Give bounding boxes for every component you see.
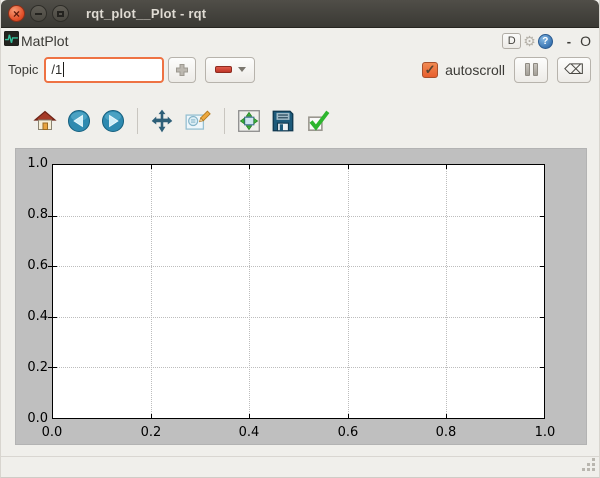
window-minimize-icon[interactable] — [30, 5, 47, 22]
gear-icon[interactable]: ⚙ — [523, 33, 536, 50]
dock-d-button[interactable]: D — [502, 33, 522, 49]
maximize-box — [57, 10, 64, 17]
xtick-label: 0.8 — [435, 425, 457, 440]
dock-header-buttons: D ⚙ ? - O — [502, 33, 591, 50]
minimize-bar — [35, 12, 42, 15]
clear-button[interactable]: ⌫ — [557, 56, 591, 83]
pause-button[interactable] — [514, 56, 548, 83]
window-maximize-icon[interactable] — [52, 5, 69, 22]
xtick-label: 0.4 — [238, 425, 260, 440]
xtick-label: 0.6 — [337, 425, 359, 440]
titlebar: × rqt_plot__Plot - rqt — [1, 0, 599, 28]
ytick-label: 0.4 — [27, 309, 48, 324]
autoscroll-group: ✓ autoscroll — [422, 61, 505, 78]
topic-input[interactable]: /1 — [44, 56, 165, 83]
dock-header: MatPlot D ⚙ ? - O — [1, 28, 599, 52]
dock-close-button[interactable]: O — [580, 33, 591, 49]
help-icon[interactable]: ? — [537, 33, 553, 49]
plugin-title: MatPlot — [21, 33, 69, 49]
rqt-window: × rqt_plot__Plot - rqt MatPlot D ⚙ ? - O… — [0, 0, 600, 478]
ytick-label: 0.2 — [27, 360, 48, 375]
chevron-down-icon — [237, 67, 246, 72]
subplots-icon[interactable] — [236, 108, 262, 134]
minus-icon — [214, 66, 232, 73]
ytick-label: 0.8 — [27, 207, 48, 222]
pause-icon-bar2 — [532, 63, 538, 76]
autoscroll-label: autoscroll — [445, 61, 505, 78]
back-icon[interactable] — [66, 108, 92, 134]
xtick-label: 1.0 — [534, 425, 556, 440]
gridline-horizontal — [48, 316, 544, 318]
zoom-edit-icon[interactable] — [183, 108, 213, 134]
pause-icon — [524, 63, 530, 76]
plus-icon — [176, 63, 189, 76]
figure-canvas[interactable]: 1.0 0.8 0.6 0.4 0.2 0.0 0.0 0.2 0.4 0.6 … — [15, 148, 587, 445]
pan-icon[interactable] — [149, 108, 175, 134]
plot-axes[interactable] — [48, 164, 545, 419]
add-topic-button[interactable] — [168, 56, 197, 83]
gridline-horizontal — [48, 367, 544, 369]
gridline-vertical — [151, 165, 153, 418]
ytick-label: 0.6 — [27, 258, 48, 273]
xtick-label: 0.0 — [41, 425, 63, 440]
window-title: rqt_plot__Plot - rqt — [86, 6, 207, 21]
gridline-horizontal — [48, 215, 544, 217]
gridline-vertical — [445, 165, 447, 418]
matplot-icon — [3, 30, 20, 51]
topic-label: Topic — [8, 62, 39, 77]
ytick-label: 1.0 — [27, 156, 48, 171]
window-close-icon[interactable]: × — [8, 5, 25, 22]
gridline-vertical — [249, 165, 251, 418]
save-icon[interactable] — [270, 108, 296, 134]
remove-topic-dropdown-button[interactable] — [205, 56, 256, 83]
resize-grip-icon[interactable] — [580, 458, 595, 473]
xtick-label: 0.2 — [140, 425, 162, 440]
mpl-toolbar — [32, 105, 330, 137]
text-caret — [63, 62, 65, 77]
customize-check-icon[interactable] — [304, 108, 330, 134]
topic-input-value: /1 — [51, 62, 63, 77]
ytick-label: 0.0 — [27, 411, 48, 426]
gridline-horizontal — [48, 266, 544, 268]
toolbar-separator — [224, 108, 225, 134]
home-icon[interactable] — [32, 108, 58, 134]
toolbar-separator — [137, 108, 138, 134]
gridline-vertical — [347, 165, 349, 418]
forward-icon[interactable] — [100, 108, 126, 134]
topic-row: Topic /1 ✓ autoscroll ⌫ — [1, 52, 599, 84]
autoscroll-checkbox[interactable]: ✓ — [422, 61, 439, 78]
statusbar-separator — [1, 456, 599, 457]
dock-float-button[interactable]: - — [567, 34, 571, 49]
